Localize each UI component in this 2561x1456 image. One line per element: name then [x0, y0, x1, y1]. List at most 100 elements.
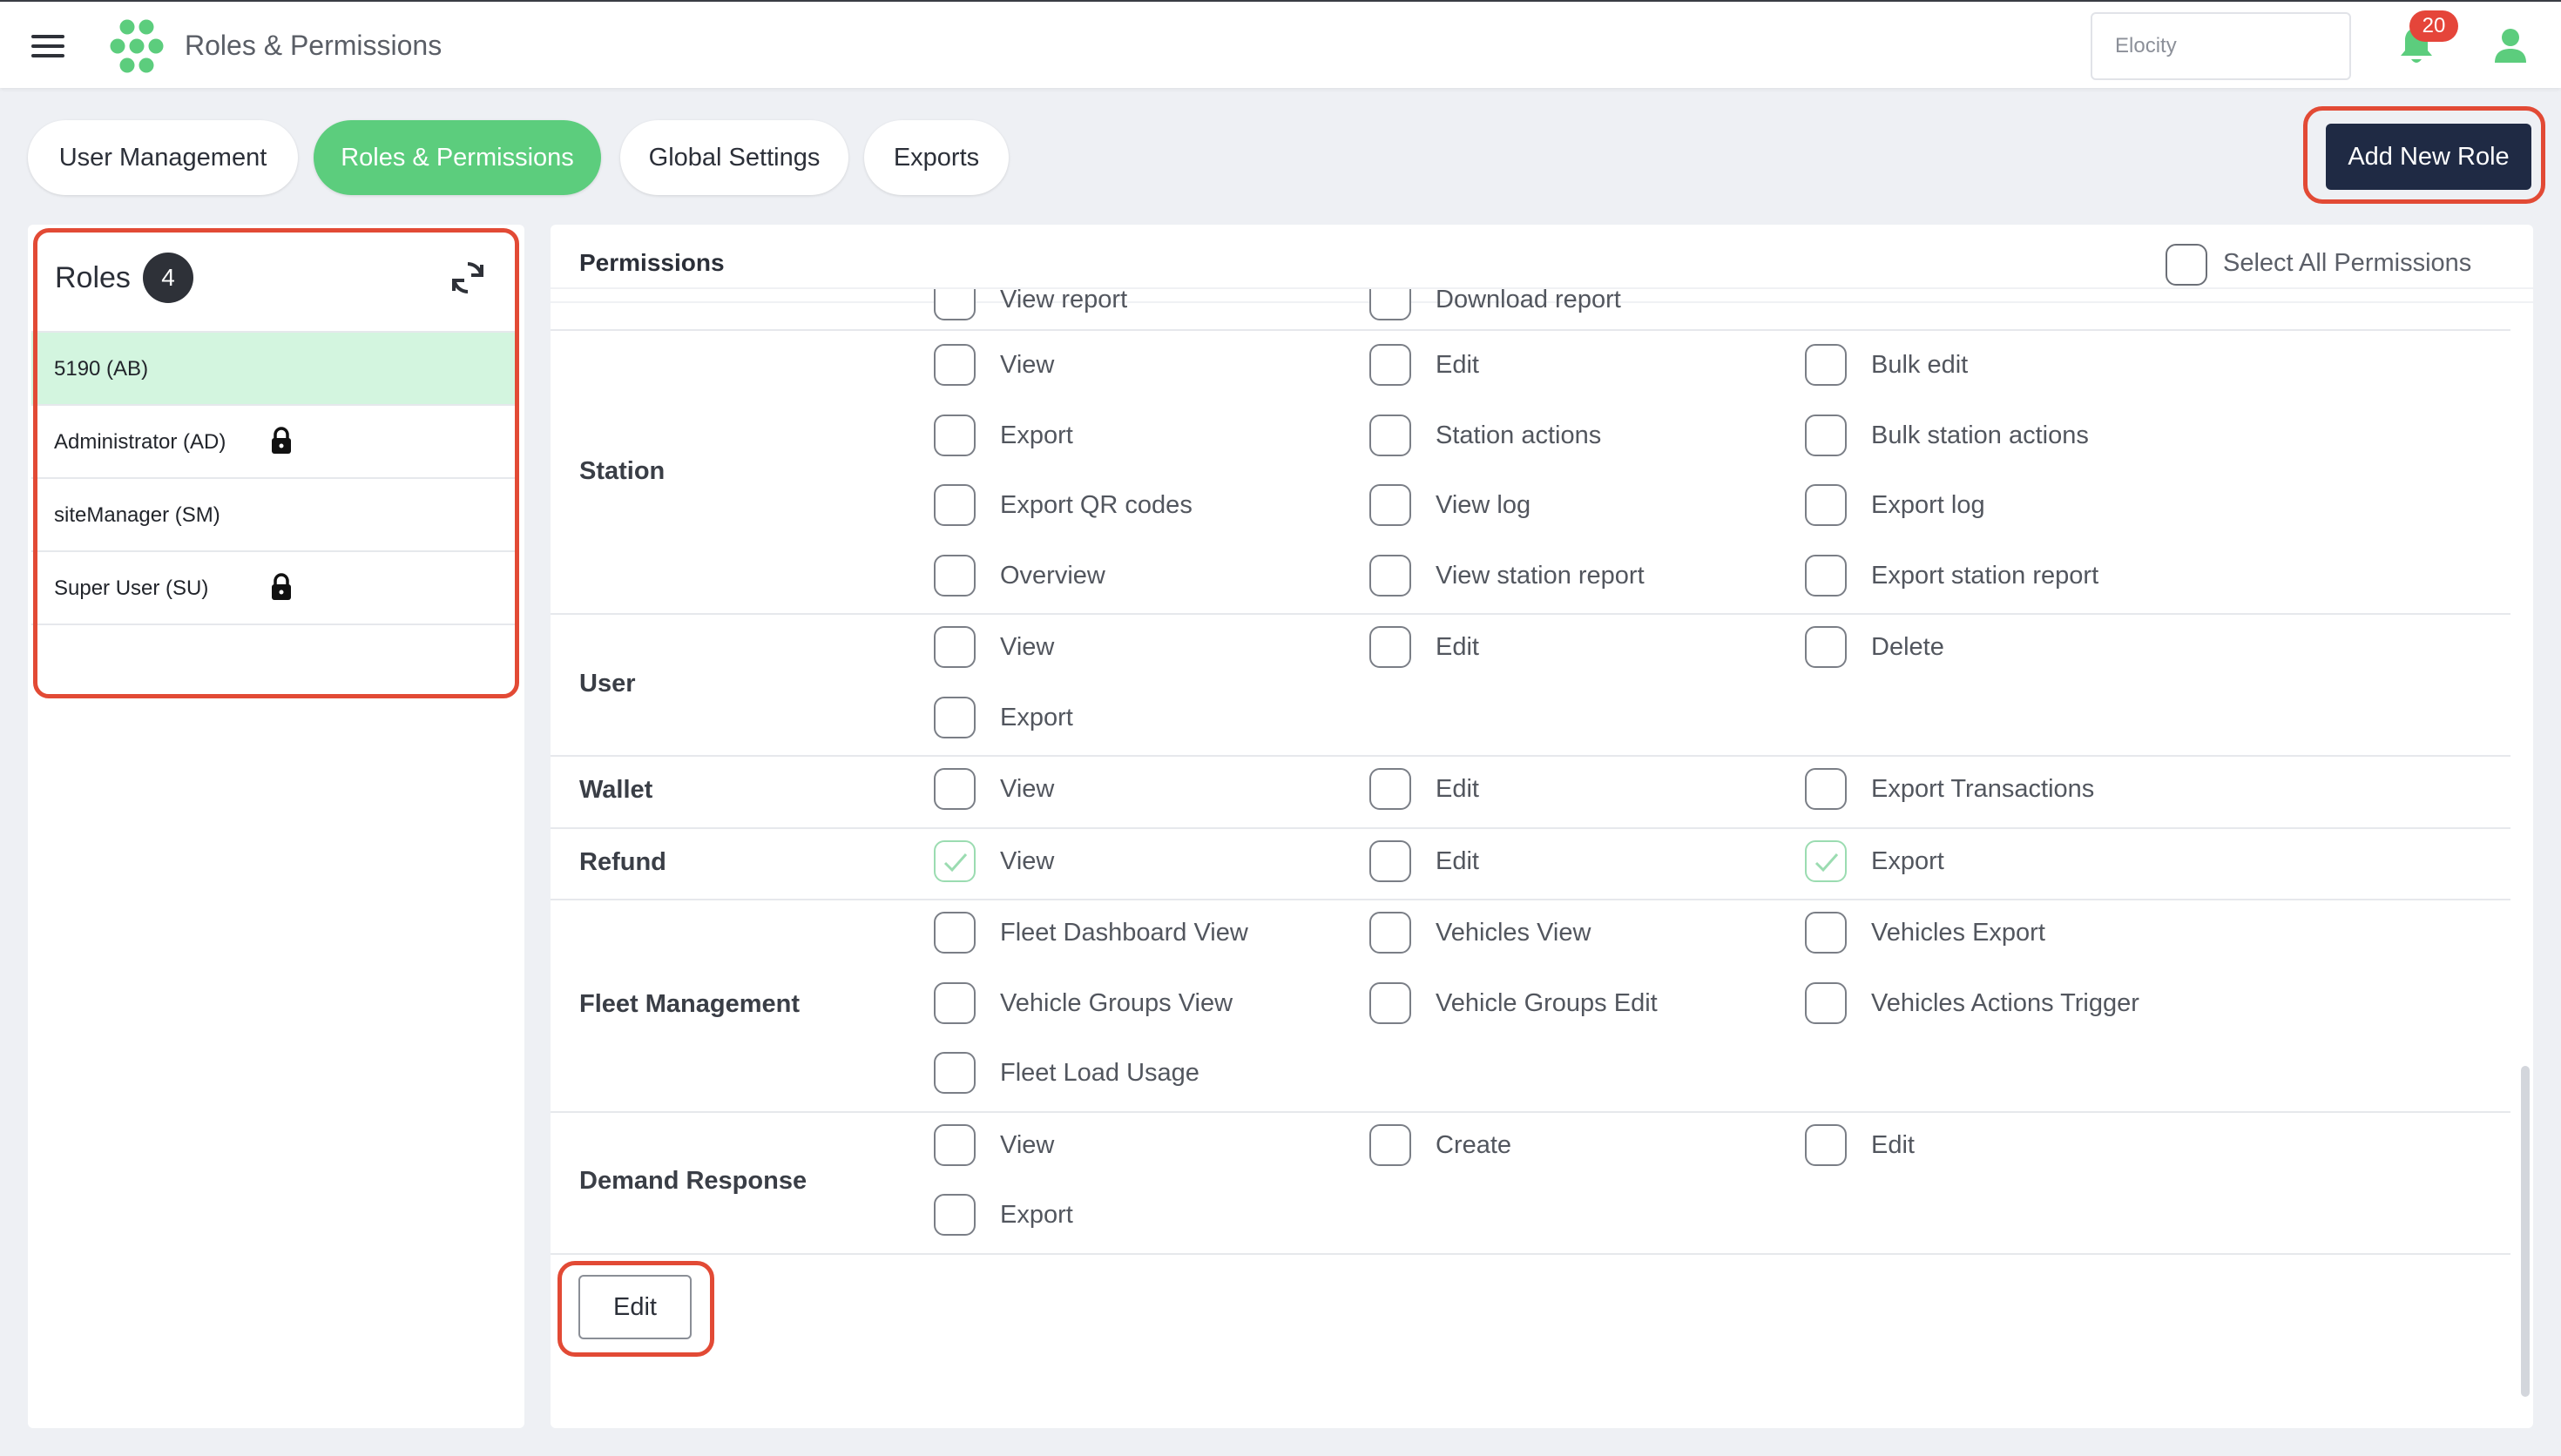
checkbox-checked[interactable] — [934, 839, 976, 882]
permission-item[interactable]: Export QR codes — [934, 484, 1317, 528]
permission-item[interactable]: Edit — [1369, 768, 1753, 812]
roles-count-badge: 4 — [143, 253, 193, 303]
permission-view-report[interactable]: View report — [934, 287, 1282, 322]
permission-item[interactable]: Vehicles View — [1369, 912, 1753, 955]
checkbox[interactable] — [1805, 912, 1847, 954]
checkbox[interactable] — [1805, 768, 1847, 810]
checkbox[interactable] — [934, 344, 976, 386]
permission-item[interactable]: View log — [1369, 484, 1753, 528]
permission-item[interactable]: Fleet Dashboard View — [934, 912, 1317, 955]
checkbox[interactable] — [934, 912, 976, 954]
scrollbar[interactable] — [2521, 1066, 2530, 1397]
permission-label: Edit — [1436, 775, 1479, 803]
checkbox[interactable] — [934, 1052, 976, 1094]
permission-label: Export — [1000, 421, 1073, 449]
permission-item[interactable]: View — [934, 839, 1317, 884]
search-input[interactable] — [2091, 12, 2351, 80]
checkbox[interactable] — [1805, 1123, 1847, 1166]
select-all-checkbox[interactable] — [2166, 244, 2207, 286]
tab-global-settings[interactable]: Global Settings — [620, 120, 848, 195]
checkbox[interactable] — [1369, 839, 1411, 882]
checkbox[interactable] — [934, 554, 976, 597]
user-icon[interactable] — [2493, 28, 2528, 64]
section-label-demand-response: Demand Response — [579, 1167, 807, 1195]
checkbox[interactable] — [1805, 484, 1847, 526]
checkbox[interactable] — [1369, 414, 1411, 456]
checkbox[interactable] — [934, 414, 976, 456]
permission-item[interactable]: Export — [1805, 839, 2188, 884]
checkbox[interactable] — [1805, 414, 1847, 456]
permission-item[interactable]: Bulk station actions — [1805, 414, 2188, 458]
add-new-role-button[interactable]: Add New Role — [2326, 124, 2531, 190]
checkbox[interactable] — [934, 1123, 976, 1166]
permission-item[interactable]: Vehicles Actions Trigger — [1805, 981, 2188, 1026]
role-row-5190[interactable]: 5190 (AB) — [31, 331, 517, 404]
checkbox[interactable] — [934, 981, 976, 1024]
checkbox[interactable] — [1369, 554, 1411, 597]
roles-title: Roles — [55, 261, 131, 294]
checkbox[interactable] — [1369, 981, 1411, 1024]
permission-item[interactable]: Edit — [1369, 839, 1753, 884]
permission-item[interactable]: Vehicle Groups Edit — [1369, 981, 1753, 1026]
permission-label: View — [1000, 633, 1055, 661]
permission-item[interactable]: Export — [934, 414, 1317, 458]
tab-roles-permissions[interactable]: Roles & Permissions — [314, 120, 601, 195]
checkbox[interactable] — [1369, 344, 1411, 386]
tab-exports[interactable]: Exports — [864, 120, 1009, 195]
permission-item[interactable]: Edit — [1805, 1123, 2188, 1168]
permission-item[interactable]: Fleet Load Usage — [934, 1052, 1317, 1095]
refresh-icon[interactable] — [448, 258, 488, 298]
permission-item[interactable]: Edit — [1369, 344, 1753, 388]
permission-item[interactable]: Delete — [1805, 626, 2188, 670]
permissions-title: Permissions — [579, 249, 725, 276]
checkbox[interactable] — [1805, 626, 1847, 668]
checkbox[interactable] — [934, 768, 976, 810]
permission-item[interactable]: Overview — [934, 554, 1317, 598]
checkbox[interactable] — [1805, 981, 1847, 1024]
permission-item[interactable]: Station actions — [1369, 414, 1753, 458]
checkbox[interactable] — [1369, 912, 1411, 954]
checkbox[interactable] — [934, 626, 976, 668]
permission-item[interactable]: Export Transactions — [1805, 768, 2188, 812]
checkbox[interactable] — [1369, 626, 1411, 668]
permission-item[interactable]: View station report — [1369, 554, 1753, 598]
permission-item[interactable]: Export — [934, 696, 1317, 740]
permission-label: Edit — [1436, 846, 1479, 875]
checkbox[interactable] — [1369, 287, 1411, 320]
permission-item[interactable]: View — [934, 1123, 1317, 1168]
checkbox[interactable] — [1805, 554, 1847, 597]
permission-item[interactable]: Export station report — [1805, 554, 2188, 598]
menu-icon[interactable] — [31, 33, 66, 59]
checkbox[interactable] — [1369, 768, 1411, 810]
permission-item[interactable]: Export — [934, 1194, 1317, 1237]
permission-item[interactable]: Create — [1369, 1123, 1753, 1168]
permission-label: Fleet Dashboard View — [1000, 919, 1248, 947]
role-row-administrator[interactable]: Administrator (AD) — [31, 404, 517, 477]
checkbox[interactable] — [934, 696, 976, 738]
tab-user-management[interactable]: User Management — [28, 120, 298, 195]
section-divider — [551, 1110, 2510, 1113]
permission-item[interactable]: View — [934, 344, 1317, 388]
permission-download-report[interactable]: Download report — [1369, 287, 1718, 322]
permission-item[interactable]: View — [934, 626, 1317, 670]
permission-item[interactable]: Vehicle Groups View — [934, 981, 1317, 1026]
edit-button[interactable]: Edit — [578, 1275, 692, 1339]
section-label-user: User — [579, 669, 636, 698]
checkbox[interactable] — [1369, 484, 1411, 526]
permission-item[interactable]: Bulk edit — [1805, 344, 2188, 388]
permission-item[interactable]: View — [934, 768, 1317, 812]
checkbox[interactable] — [1805, 344, 1847, 386]
role-row-super-user[interactable]: Super User (SU) — [31, 550, 517, 624]
role-row-sitemanager[interactable]: siteManager (SM) — [31, 477, 517, 550]
permission-item[interactable]: Edit — [1369, 626, 1753, 670]
checkbox[interactable] — [934, 1194, 976, 1236]
permission-item[interactable]: Vehicles Export — [1805, 912, 2188, 955]
checkbox[interactable] — [1369, 1123, 1411, 1166]
role-label: 5190 (AB) — [54, 357, 149, 381]
checkbox[interactable] — [934, 484, 976, 526]
permission-label: Vehicle Groups View — [1000, 988, 1233, 1017]
permission-item[interactable]: Export log — [1805, 484, 2188, 528]
checkbox[interactable] — [934, 287, 976, 320]
permission-label: Vehicles Export — [1871, 919, 2045, 947]
checkbox-checked[interactable] — [1805, 839, 1847, 882]
